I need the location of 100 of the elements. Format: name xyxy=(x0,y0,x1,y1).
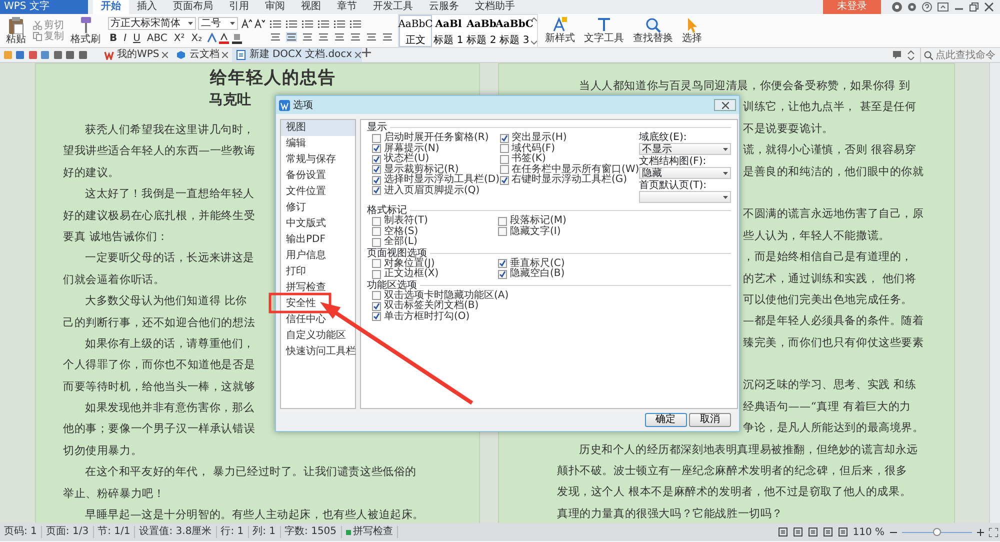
command-search-field[interactable]: 点此查找命令 xyxy=(920,48,998,62)
ribbon-tool-button[interactable]: 查找替换 xyxy=(631,17,675,44)
ribbon-tool-button[interactable]: 新样式 xyxy=(543,17,577,44)
restore-icon[interactable] xyxy=(969,2,979,12)
nav-item[interactable]: 打印 xyxy=(281,264,355,280)
checkbox[interactable]: 制表符(T) xyxy=(372,216,428,226)
nav-item[interactable]: 输出PDF xyxy=(281,232,355,248)
dialog-button[interactable]: 取消 xyxy=(689,413,731,427)
comment-icon[interactable] xyxy=(892,50,902,60)
document-tab[interactable]: 云文档 xyxy=(172,48,232,62)
nav-item[interactable]: 用户信息 xyxy=(281,248,355,264)
checkbox[interactable]: 垂直标尺(C) xyxy=(498,258,565,269)
nav-item[interactable]: 快速访问工具栏 xyxy=(281,344,355,360)
help-icon[interactable] xyxy=(922,2,932,12)
reading-view-icon[interactable] xyxy=(778,527,788,537)
checkbox[interactable]: 选择时显示浮动工具栏(D) xyxy=(372,175,500,186)
slider-thumb[interactable] xyxy=(932,528,940,536)
align-center-icon[interactable] xyxy=(286,32,297,42)
skin-icon[interactable] xyxy=(892,2,902,12)
ribbon-tab[interactable]: 引用 xyxy=(221,0,257,14)
ribbon-tab[interactable]: 插入 xyxy=(129,0,165,14)
text-effect-icon[interactable] xyxy=(206,33,217,44)
checkbox[interactable]: 屏幕提示(N) xyxy=(372,144,440,154)
font-name-field[interactable]: 方正大标宋简体 xyxy=(108,17,196,30)
font-size-field[interactable]: 二号 xyxy=(198,17,238,30)
add-tab-icon[interactable] xyxy=(362,48,372,57)
checkbox[interactable]: 段落标记(M) xyxy=(498,216,566,226)
style-preset[interactable]: AaBbC 正文 xyxy=(399,14,432,46)
checkbox[interactable]: 全部(L) xyxy=(372,237,418,248)
nav-item[interactable]: 备份设置 xyxy=(281,168,355,184)
expand-icon[interactable] xyxy=(907,50,915,60)
checkbox[interactable]: 显示裁剪标记(R) xyxy=(372,164,459,175)
checkbox[interactable]: 突出显示(H) xyxy=(500,133,567,144)
nav-item[interactable]: 拼写检查 xyxy=(281,280,355,296)
gallery-scroll-icon[interactable] xyxy=(531,16,537,44)
ribbon-tab[interactable]: 审阅 xyxy=(257,0,293,14)
ribbon-tab[interactable]: 开始 xyxy=(93,0,129,14)
nav-item[interactable]: 自定义功能区 xyxy=(281,328,355,344)
close-button[interactable] xyxy=(714,99,736,111)
format-button[interactable]: X² xyxy=(172,32,187,44)
highlight-icon[interactable] xyxy=(232,32,242,44)
style-preset[interactable]: AaBbC 标题 3 xyxy=(498,14,531,46)
spell-check-button[interactable]: 拼写检查 xyxy=(342,526,398,538)
nav-item[interactable]: 常规与保存 xyxy=(281,152,355,168)
checkbox[interactable]: 单击方框时打勾(O) xyxy=(372,312,470,322)
close-icon[interactable] xyxy=(984,2,994,12)
paste-button[interactable]: 粘贴 xyxy=(4,16,28,45)
format-button[interactable]: U xyxy=(131,32,142,44)
nav-item[interactable]: 信任中心 xyxy=(281,312,355,328)
format-button[interactable]: B xyxy=(108,32,120,44)
document-tab[interactable]: 我的WPS xyxy=(100,48,172,62)
cut-button[interactable]: 剪切 xyxy=(30,20,66,30)
settings-icon[interactable] xyxy=(907,2,917,12)
fit-icon[interactable] xyxy=(988,528,998,536)
nav-item[interactable]: 中文版式 xyxy=(281,216,355,232)
format-painter-button[interactable]: 格式刷 xyxy=(68,16,102,45)
zoom-in-icon[interactable] xyxy=(976,528,984,536)
checkbox[interactable]: 隐藏文字(I) xyxy=(498,226,561,237)
ribbon-tab[interactable]: 页面布局 xyxy=(165,0,221,14)
shrink-font-icon[interactable] xyxy=(254,18,265,30)
format-button[interactable]: I xyxy=(122,32,129,44)
ribbon-toggle-icon[interactable] xyxy=(937,2,949,12)
ribbon-tab[interactable]: 章节 xyxy=(329,0,365,14)
nav-item[interactable]: 文件位置 xyxy=(281,184,355,200)
scrollbar[interactable] xyxy=(989,63,1000,523)
dropdown[interactable]: 隐藏 xyxy=(639,167,732,179)
checkbox[interactable]: 进入页眉页脚提示(Q) xyxy=(372,186,480,196)
checkbox[interactable]: 隐藏空白(B) xyxy=(498,269,565,280)
checkbox[interactable]: 双击标签关闭文档(B) xyxy=(372,301,479,312)
format-button[interactable]: X₂ xyxy=(189,32,204,44)
document-tab[interactable]: 新建 DOCX 文档.docx xyxy=(232,48,362,62)
nav-item[interactable]: 编辑 xyxy=(281,136,355,152)
align-left-icon[interactable] xyxy=(270,32,281,42)
copy-button[interactable]: 复制 xyxy=(30,30,66,42)
checkbox[interactable]: 状态栏(U) xyxy=(372,154,430,164)
checkbox[interactable]: 双击选项卡时隐藏功能区(A) xyxy=(372,290,509,301)
nav-item[interactable]: 修订 xyxy=(281,200,355,216)
checkbox[interactable]: 域代码(F) xyxy=(500,144,556,154)
ribbon-tab[interactable]: 云服务 xyxy=(421,0,467,14)
dropdown[interactable]: 不显示 xyxy=(639,143,732,155)
format-button[interactable]: ABC xyxy=(144,32,170,44)
checkbox[interactable]: 启动时展开任务窗格(R) xyxy=(372,133,489,144)
bullet-list-icon[interactable] xyxy=(270,19,281,30)
ribbon-tool-button[interactable]: 选择 xyxy=(680,17,704,44)
app-menu-button[interactable]: WPS 文字 xyxy=(0,0,88,14)
checkbox[interactable]: 右键时显示浮动工具栏(G) xyxy=(500,175,628,186)
nav-item[interactable]: 视图 xyxy=(281,120,355,136)
checkbox[interactable]: 在任务栏中显示所有窗口(W) xyxy=(500,164,640,175)
dialog-button[interactable]: 确定 xyxy=(644,413,686,427)
ribbon-tab[interactable]: 开发工具 xyxy=(365,0,421,14)
ribbon-tool-button[interactable]: 文字工具 xyxy=(582,17,626,44)
ribbon-tab[interactable]: 视图 xyxy=(293,0,329,14)
checkbox[interactable]: 空格(S) xyxy=(372,226,418,237)
style-preset[interactable]: AaBl 标题 1 xyxy=(432,14,465,46)
checkbox[interactable]: 对象位置(J) xyxy=(372,258,435,269)
checkbox[interactable]: 正文边框(X) xyxy=(372,269,439,280)
grow-font-icon[interactable] xyxy=(240,18,252,30)
nav-item[interactable]: 安全性 xyxy=(281,296,355,312)
font-color-icon[interactable] xyxy=(219,32,230,44)
checkbox[interactable]: 书签(K) xyxy=(500,154,546,164)
